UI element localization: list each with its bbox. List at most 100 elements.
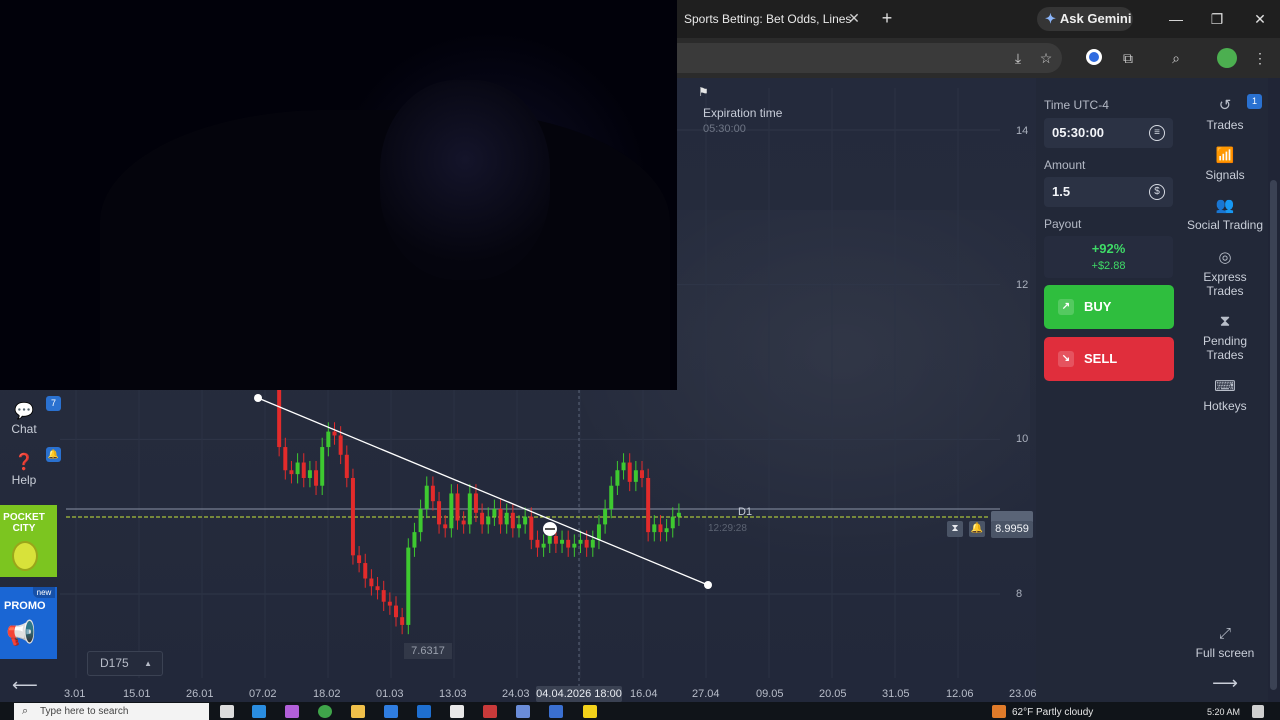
close-window-button[interactable]: ✕ — [1248, 8, 1272, 30]
gemini-spark-icon: ✦ — [1045, 11, 1056, 26]
profile-avatar[interactable] — [1217, 48, 1237, 68]
copilot-icon[interactable] — [285, 705, 299, 718]
app-icon[interactable] — [450, 705, 464, 718]
pocket-city-label: POCKET CITY — [3, 512, 45, 534]
x-tick-label: 3.01 — [64, 688, 86, 700]
nav-signals-label: Signals — [1205, 168, 1245, 182]
candle-body — [615, 470, 620, 486]
weather-icon — [992, 705, 1006, 718]
trendline-handle — [704, 581, 712, 589]
puzzle-icon[interactable]: ⧉ — [1118, 48, 1138, 68]
arrow-up-right-icon: ↗ — [1058, 299, 1074, 315]
cast-icon[interactable]: ⌕ — [1166, 48, 1186, 68]
candle-body — [406, 547, 411, 625]
x-tick-label: 27.04 — [692, 688, 720, 700]
edge-icon[interactable] — [252, 705, 266, 718]
mail-icon[interactable] — [417, 705, 431, 718]
chrome-icon[interactable] — [318, 705, 332, 718]
store-icon[interactable] — [384, 705, 398, 718]
candle-body — [640, 470, 644, 478]
chat-button[interactable]: 💬 Chat — [0, 402, 48, 436]
star-icon[interactable]: ☆ — [1036, 48, 1056, 68]
task-view-icon[interactable] — [220, 705, 234, 718]
hourglass-icon[interactable]: ⧗ — [947, 521, 963, 537]
clock-time[interactable]: 5:20 AM — [1207, 707, 1240, 717]
fullscreen-icon: ⤢ — [1218, 625, 1231, 642]
y-tick-label: 12 — [1016, 279, 1029, 291]
nav-signals[interactable]: 📶 Signals — [1182, 146, 1268, 182]
app-icon[interactable] — [583, 705, 597, 718]
install-icon[interactable]: ⤓ — [1008, 48, 1028, 68]
nav-express-trades[interactable]: ◎ Express Trades — [1182, 248, 1268, 298]
new-tab-button[interactable]: + — [877, 7, 897, 29]
nav-pending-trades[interactable]: ⧗ Pending Trades — [1182, 312, 1268, 362]
nav-trades-label: Trades — [1206, 118, 1244, 132]
buy-label: BUY — [1084, 299, 1112, 314]
candle-body — [473, 493, 478, 513]
notification-icon[interactable] — [1252, 705, 1264, 718]
nav-social-trading[interactable]: 👥 Social Trading — [1182, 196, 1268, 232]
candle-body — [523, 516, 528, 525]
candle-body — [633, 470, 638, 482]
amount-label: Amount — [1044, 158, 1086, 172]
sell-button[interactable]: ↘ SELL — [1044, 337, 1174, 381]
webcam-overlay — [0, 0, 677, 390]
help-button[interactable]: ❓ Help — [0, 453, 48, 487]
candle-body — [621, 462, 626, 471]
tab-close-icon[interactable]: ✕ — [847, 9, 861, 27]
time-field[interactable]: 05:30:00 ≡ — [1044, 118, 1173, 148]
y-tick-label: 14 — [1016, 125, 1029, 137]
sell-label: SELL — [1084, 351, 1118, 366]
x-tick-label: 20.05 — [819, 688, 847, 700]
candle-body — [363, 563, 368, 579]
x-tick-label: 12.06 — [946, 688, 974, 700]
chat-icon: 💬 — [14, 403, 34, 420]
period-selector[interactable]: D175 ▲ — [87, 651, 163, 676]
file-explorer-icon[interactable] — [351, 705, 365, 718]
candle-body — [394, 605, 398, 618]
app-icon[interactable] — [549, 705, 563, 718]
target-icon: ◎ — [1218, 249, 1232, 266]
buy-button[interactable]: ↗ BUY — [1044, 285, 1174, 329]
taskbar-search[interactable]: ⌕ Type here to search — [14, 703, 209, 720]
weather-text[interactable]: 62°F Partly cloudy — [1012, 707, 1093, 718]
trend-line — [257, 397, 709, 586]
maximize-button[interactable]: ❐ — [1205, 8, 1229, 30]
minimize-button[interactable]: — — [1164, 8, 1188, 30]
help-icon: ❓ — [14, 454, 34, 471]
nav-hotkeys[interactable]: ⌨ Hotkeys — [1182, 377, 1268, 413]
y-tick-label: 8 — [1016, 588, 1023, 600]
dollar-icon[interactable]: $ — [1149, 184, 1165, 200]
ask-gemini-button[interactable]: ✦ Ask Gemini — [1037, 7, 1133, 31]
bell-icon[interactable]: 🔔 — [969, 521, 985, 537]
candle-body — [560, 539, 565, 544]
arrow-right-icon[interactable]: ⟶ — [1182, 674, 1268, 692]
help-bell-badge: 🔔 — [46, 447, 61, 462]
menu-icon[interactable]: ⋮ — [1250, 48, 1270, 68]
amount-field[interactable]: 1.5 $ — [1044, 177, 1173, 207]
candle-body — [449, 493, 454, 529]
candle-body — [289, 470, 294, 475]
candle-body — [387, 601, 392, 606]
arrow-left-icon[interactable]: ⟵ — [12, 676, 38, 694]
candle-body — [430, 485, 435, 502]
keyboard-icon: ⌨ — [1214, 378, 1236, 395]
candle-body — [596, 524, 601, 540]
scrollbar-thumb[interactable] — [1270, 180, 1277, 690]
amount-value: 1.5 — [1052, 184, 1071, 199]
users-icon: 👥 — [1215, 197, 1235, 214]
candle-body — [646, 477, 651, 533]
promo-button[interactable]: new PROMO 📢 — [0, 587, 57, 659]
candle-body — [320, 447, 325, 486]
extension-icon[interactable] — [1086, 49, 1102, 65]
time-label: Time UTC-4 — [1044, 98, 1109, 112]
nav-full-screen[interactable]: ⤢ Full screen — [1182, 624, 1268, 660]
pocket-city-promo[interactable]: POCKET CITY — [0, 505, 57, 577]
candle-body — [486, 516, 491, 525]
app-icon[interactable] — [483, 705, 497, 718]
clock-icon[interactable]: ≡ — [1149, 125, 1165, 141]
candle-body — [547, 535, 552, 544]
app-icon[interactable] — [516, 705, 530, 718]
browser-tab[interactable]: Sports Betting: Bet Odds, Lines — [677, 6, 867, 32]
nav-pending-trades-label: Pending Trades — [1202, 334, 1248, 362]
